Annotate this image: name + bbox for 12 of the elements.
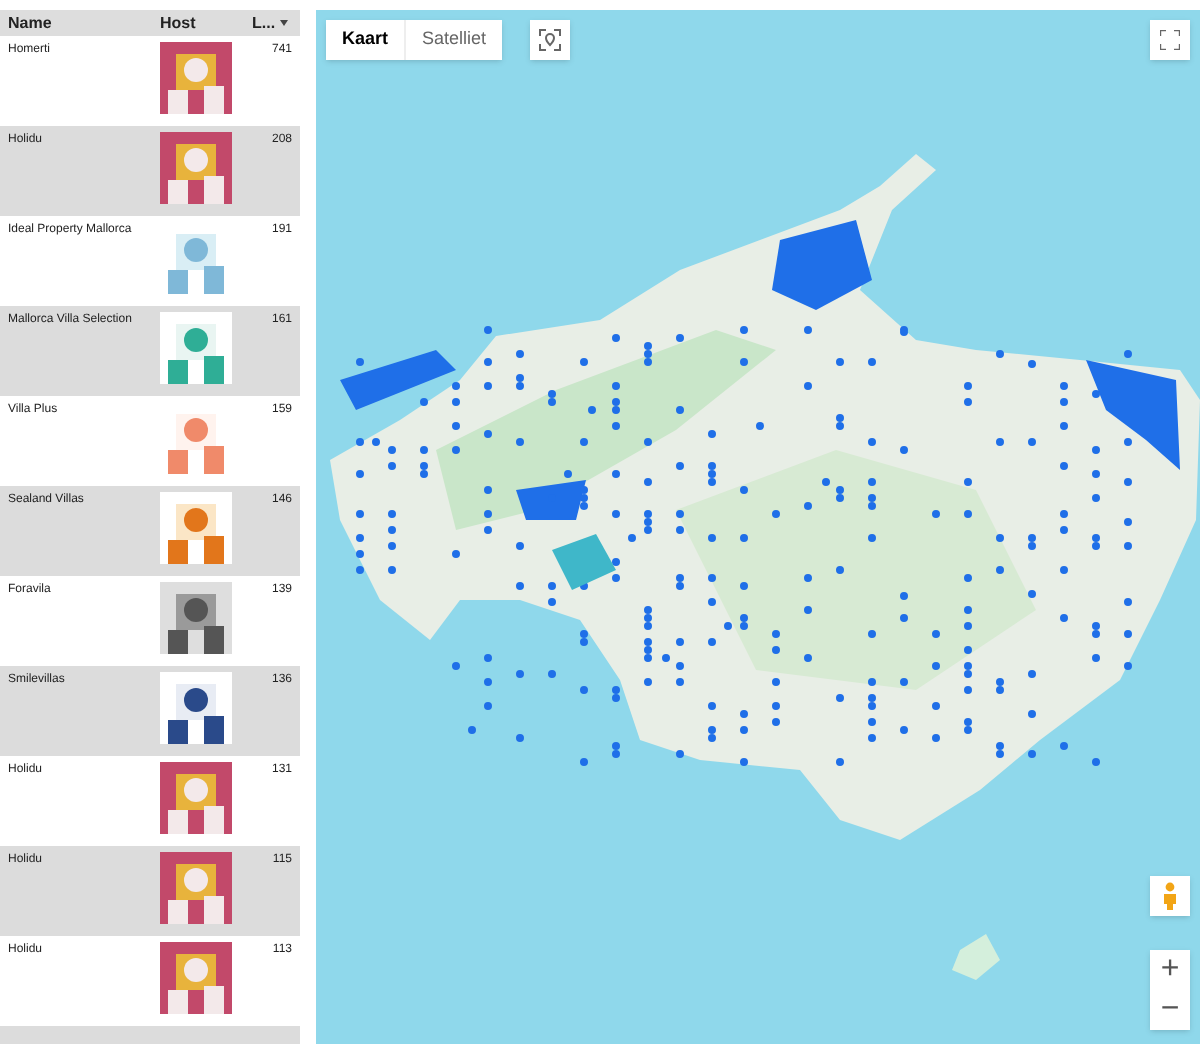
map-type-tab[interactable]: Kaart: [326, 20, 405, 60]
location-pin-icon: [538, 28, 562, 52]
fullscreen-button[interactable]: [1150, 20, 1190, 60]
column-header[interactable]: Host: [160, 11, 196, 35]
fullscreen-icon: [1160, 30, 1180, 50]
map-type-tab[interactable]: Satelliet: [404, 20, 503, 60]
zoom-out-button[interactable]: −: [1150, 990, 1190, 1030]
column-header[interactable]: Name: [8, 11, 52, 35]
column-header[interactable]: L...: [252, 11, 276, 35]
locate-button[interactable]: [530, 20, 570, 60]
zoom-in-button[interactable]: +: [1150, 950, 1190, 990]
person-icon: [1162, 882, 1178, 910]
